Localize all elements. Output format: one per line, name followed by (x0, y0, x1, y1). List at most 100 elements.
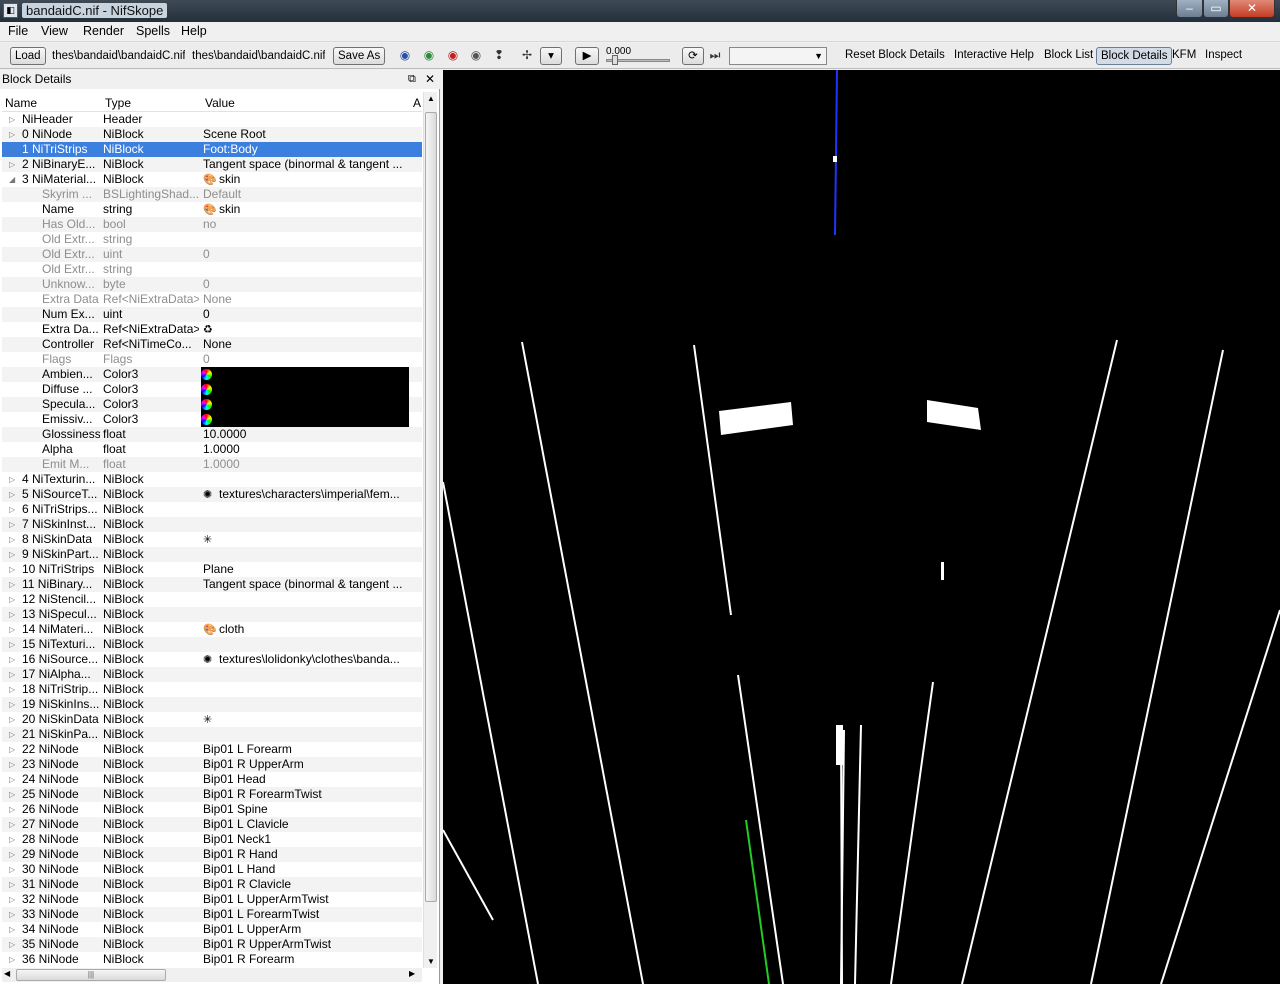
save-as-button[interactable]: Save As (333, 47, 386, 65)
tree-row[interactable]: ▷ 19 NiSkinIns... NiBlock (2, 697, 422, 712)
tree-row[interactable]: ▷ 13 NiSpecul... NiBlock (2, 607, 422, 622)
menu-help[interactable]: Help (181, 24, 207, 38)
tree-row[interactable]: Specula... Color3 (2, 397, 422, 412)
tree-row[interactable]: ▷ 25 NiNode NiBlock Bip01 R ForearmTwist (2, 787, 422, 802)
tree-row[interactable]: ▷ 16 NiSource... NiBlock ✺ textures\lolidonk… (2, 652, 422, 667)
cell-value[interactable]: 0 (203, 247, 408, 262)
cell-value[interactable]: Bip01 L Forearm (203, 742, 408, 757)
tree-row[interactable]: ▷ 6 NiTriStrips... NiBlock (2, 502, 422, 517)
color-wheel-icon[interactable] (201, 414, 212, 425)
expand-arrow-icon[interactable]: ▷ (9, 832, 15, 847)
cell-value[interactable]: Scene Root (203, 127, 408, 142)
menu-render[interactable]: Render (83, 24, 124, 38)
cell-value[interactable]: Bip01 R UpperArm (203, 757, 408, 772)
expand-arrow-icon[interactable]: ▷ (9, 847, 15, 862)
color-swatch[interactable] (201, 382, 409, 397)
menu-view[interactable]: View (41, 24, 68, 38)
inspect-link[interactable]: Inspect (1205, 49, 1242, 61)
tree-row[interactable]: Ambien... Color3 (2, 367, 422, 382)
column-header-extra[interactable]: A (413, 96, 421, 110)
tree-row[interactable]: ▷ 22 NiNode NiBlock Bip01 L Forearm (2, 742, 422, 757)
cell-value[interactable]: Bip01 R UpperArmTwist (203, 937, 408, 952)
tree-row[interactable]: ▷ 20 NiSkinData NiBlock ✳ (2, 712, 422, 727)
expand-arrow-icon[interactable]: ▷ (9, 742, 15, 757)
tree-row[interactable]: ▷ 26 NiNode NiBlock Bip01 Spine (2, 802, 422, 817)
tree-row[interactable]: ▷ 34 NiNode NiBlock Bip01 L UpperArm (2, 922, 422, 937)
tree-row[interactable]: ▷ 36 NiNode NiBlock Bip01 R Forearm (2, 952, 422, 967)
interactive-help-link[interactable]: Interactive Help (954, 49, 1034, 61)
expand-arrow-icon[interactable]: ▷ (9, 502, 15, 517)
cell-value[interactable]: 1.0000 (203, 457, 408, 472)
tree-row[interactable]: ▷ 4 NiTexturin... NiBlock (2, 472, 422, 487)
expand-arrow-icon[interactable]: ▷ (9, 142, 15, 157)
expand-arrow-icon[interactable]: ▷ (9, 907, 15, 922)
cell-value[interactable]: Bip01 L Clavicle (203, 817, 408, 832)
expand-arrow-icon[interactable]: ▷ (9, 532, 15, 547)
tree-row[interactable]: Name string 🎨 skin (2, 202, 422, 217)
tree-row[interactable]: ▷ 8 NiSkinData NiBlock ✳ (2, 532, 422, 547)
expand-arrow-icon[interactable]: ▷ (9, 637, 15, 652)
block-list-link[interactable]: Block List (1044, 49, 1093, 61)
cell-value[interactable]: Default (203, 187, 408, 202)
menu-spells[interactable]: Spells (136, 24, 170, 38)
expand-arrow-icon[interactable]: ▷ (9, 937, 15, 952)
expand-arrow-icon[interactable]: ▷ (9, 517, 15, 532)
tree-row[interactable]: ▷ 29 NiNode NiBlock Bip01 R Hand (2, 847, 422, 862)
cell-value[interactable]: 1.0000 (203, 442, 408, 457)
kfm-link[interactable]: KFM (1172, 49, 1196, 61)
cell-value[interactable]: 🎨 skin (203, 202, 408, 218)
footprints-icon[interactable]: ❢ (492, 49, 506, 61)
color-wheel-icon[interactable] (201, 369, 212, 380)
cell-value[interactable]: Bip01 Neck1 (203, 832, 408, 847)
expand-arrow-icon[interactable]: ▷ (9, 727, 15, 742)
load-button[interactable]: Load (10, 47, 46, 65)
expand-arrow-icon[interactable]: ▷ (9, 157, 15, 172)
expand-arrow-icon[interactable]: ▷ (9, 697, 15, 712)
save-path-field[interactable]: thes\bandaid\bandaidC.nif (192, 48, 325, 64)
load-path-field[interactable]: thes\bandaid\bandaidC.nif (52, 48, 185, 64)
expand-arrow-icon[interactable]: ▷ (9, 652, 15, 667)
axes-icon[interactable]: ✢ (520, 49, 534, 61)
color-swatch[interactable] (201, 397, 409, 412)
cell-value[interactable]: ✳ (203, 532, 408, 548)
block-details-toggle[interactable]: Block Details (1096, 47, 1173, 65)
expand-arrow-icon[interactable]: ▷ (9, 712, 15, 727)
tree-row[interactable]: Old Extr... uint 0 (2, 247, 422, 262)
expand-arrow-icon[interactable]: ▷ (9, 682, 15, 697)
expand-arrow-icon[interactable]: ▷ (9, 877, 15, 892)
cell-value[interactable]: ♻ (203, 322, 408, 338)
cell-value[interactable]: Bip01 Head (203, 772, 408, 787)
tree-row[interactable]: ▷ 28 NiNode NiBlock Bip01 Neck1 (2, 832, 422, 847)
expand-arrow-icon[interactable]: ▷ (9, 112, 15, 127)
cell-value[interactable]: Bip01 R ForearmTwist (203, 787, 408, 802)
eye-red-icon[interactable]: ◉ (446, 49, 460, 61)
scroll-up-icon[interactable]: ▲ (427, 94, 435, 103)
tree-row[interactable]: ▷ 9 NiSkinPart... NiBlock (2, 547, 422, 562)
tree-row[interactable]: Num Ex... uint 0 (2, 307, 422, 322)
float-icon[interactable]: ⧉ (408, 70, 416, 89)
tree-row[interactable]: ▷ 1 NiTriStrips NiBlock Foot:Body (2, 142, 422, 157)
dock-close-icon[interactable]: ✕ (425, 70, 435, 89)
tree-row[interactable]: Has Old... bool no (2, 217, 422, 232)
cell-value[interactable]: Bip01 L UpperArm (203, 922, 408, 937)
color-swatch[interactable] (201, 412, 409, 427)
horizontal-scroll-thumb[interactable]: ||| (16, 969, 166, 981)
tree-row[interactable]: Extra Data Ref<NiExtraData> None (2, 292, 422, 307)
dropdown-arrow-button[interactable]: ▾ (540, 47, 562, 65)
vertical-scroll-thumb[interactable] (425, 112, 437, 902)
tree-row[interactable]: ▷ 17 NiAlpha... NiBlock (2, 667, 422, 682)
tree-row[interactable]: Unknow... byte 0 (2, 277, 422, 292)
column-header-type[interactable]: Type (105, 96, 131, 110)
tree-row[interactable]: ▷ 10 NiTriStrips NiBlock Plane (2, 562, 422, 577)
cell-value[interactable]: Bip01 R Clavicle (203, 877, 408, 892)
cell-value[interactable]: 10.0000 (203, 427, 408, 442)
cell-value[interactable]: 🎨 cloth (203, 622, 408, 638)
color-wheel-icon[interactable] (201, 384, 212, 395)
vertical-scrollbar[interactable]: ▲ ▼ (423, 92, 437, 968)
minimize-button[interactable]: – (1176, 0, 1203, 18)
tree-row[interactable]: ▷ 0 NiNode NiBlock Scene Root (2, 127, 422, 142)
tree-row[interactable]: Skyrim ... BSLightingShad... Default (2, 187, 422, 202)
tree-row[interactable]: ▷ 11 NiBinary... NiBlock Tangent space (bin… (2, 577, 422, 592)
tree-row[interactable]: ▷ 23 NiNode NiBlock Bip01 R UpperArm (2, 757, 422, 772)
animation-select[interactable]: ▼ (729, 47, 827, 65)
